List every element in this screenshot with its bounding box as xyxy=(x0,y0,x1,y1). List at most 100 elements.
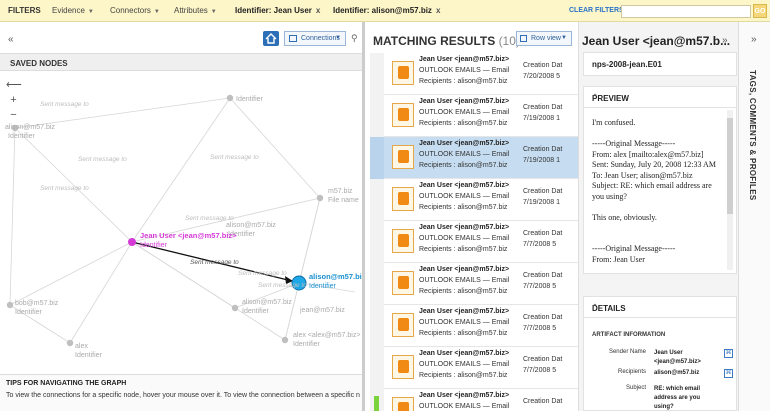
search-input[interactable] xyxy=(621,5,751,18)
row-date: 7/20/2008 5 xyxy=(523,73,560,80)
outlook-icon xyxy=(392,187,414,211)
outlook-icon xyxy=(392,229,414,253)
scrollbar-thumb[interactable] xyxy=(727,118,733,214)
chevron-down-icon: ▼ xyxy=(87,9,94,15)
row-strip xyxy=(370,95,384,137)
node-graph[interactable]: Identifier alison@m57.biz Identifier m57… xyxy=(0,72,362,375)
tips-title: TIPS FOR NAVIGATING THE GRAPH xyxy=(6,380,127,387)
back-arrow-icon[interactable]: ⟵ xyxy=(6,78,22,93)
node-label: Identifier xyxy=(236,96,264,103)
outlook-icon xyxy=(392,355,414,379)
attributes-menu[interactable]: Attributes ▼ xyxy=(174,6,217,15)
go-button[interactable]: GO xyxy=(753,4,767,18)
row-from: Jean User <jean@m57.biz> xyxy=(419,224,510,231)
result-row[interactable]: Jean User <jean@m57.biz> OUTLOOK EMAILS —… xyxy=(370,179,578,221)
panel-splitter[interactable] xyxy=(362,22,365,411)
row-date: 7/19/2008 1 xyxy=(523,115,560,122)
row-recipients: Recipients : alison@m57.biz xyxy=(419,204,508,211)
expand-icon[interactable]: » xyxy=(751,34,757,45)
result-row[interactable]: Jean User <jean@m57.biz> OUTLOOK EMAILS —… xyxy=(370,263,578,305)
filter-chip-label: Identifier: alison@m57.biz xyxy=(333,6,432,15)
result-row[interactable]: Jean User <jean@m57.biz> OUTLOOK EMAILS —… xyxy=(370,53,578,95)
result-row[interactable]: Jean User <jean@m57.biz> OUTLOOK EMAILS —… xyxy=(370,221,578,263)
row-type: OUTLOOK EMAILS — Email xyxy=(419,319,510,326)
collapse-panel-icon[interactable]: « xyxy=(8,34,14,45)
primary-node[interactable] xyxy=(128,238,136,246)
filter-bar: FILTERS Evidence ▼ Connectors ▼ Attributes… xyxy=(0,0,770,22)
outlook-icon xyxy=(392,397,414,411)
field-value: RE: which email address are you using? xyxy=(654,386,701,410)
preview-header[interactable]: PREVIEW ⌃ xyxy=(583,86,737,108)
node-sublabel: Identifier xyxy=(15,309,43,316)
connections-icon xyxy=(289,35,297,42)
clear-filters-link[interactable]: CLEAR FILTERS xyxy=(569,7,624,14)
connectors-menu[interactable]: Connectors ▼ xyxy=(110,6,160,15)
details-body: ARTIFACT INFORMATION Sender Name Jean Use… xyxy=(583,318,737,411)
outlook-icon xyxy=(392,103,414,127)
graph-node[interactable] xyxy=(231,304,239,312)
results-title: MATCHING RESULTS xyxy=(373,34,496,48)
graph-node[interactable] xyxy=(6,301,14,309)
row-recipients: Recipients : alison@m57.biz xyxy=(419,120,508,127)
field-key: Subject xyxy=(625,385,646,391)
result-row[interactable]: Jean User <jean@m57.biz> OUTLOOK EMAILS —… xyxy=(370,305,578,347)
row-strip xyxy=(370,221,384,263)
result-row-selected[interactable]: Jean User <jean@m57.biz> OUTLOOK EMAILS —… xyxy=(370,137,578,179)
network-link-icon[interactable]: ⌘ xyxy=(724,369,733,378)
row-recipients: Recipients : alison@m57.biz xyxy=(419,162,508,169)
row-strip xyxy=(370,347,384,389)
row-type: OUTLOOK EMAILS — Email xyxy=(419,67,510,74)
row-from: Jean User <jean@m57.biz> xyxy=(419,140,510,147)
graph-node[interactable] xyxy=(281,336,289,344)
zoom-in-button[interactable]: + xyxy=(6,93,21,108)
row-from: Jean User <jean@m57.biz> xyxy=(419,392,510,399)
filter-chip-alison[interactable]: Identifier: alison@m57.biz x xyxy=(333,6,440,15)
preview-scrollbar[interactable] xyxy=(727,110,733,270)
outlook-icon-mark xyxy=(398,402,409,411)
node-sublabel: Identifier xyxy=(242,308,270,315)
close-icon[interactable]: x xyxy=(436,6,440,15)
outlook-icon-mark xyxy=(398,276,409,289)
details-header[interactable]: DETAILS ⌃ xyxy=(583,296,737,318)
row-recipients: Recipients : alison@m57.biz xyxy=(419,246,508,253)
field-key: Sender Name xyxy=(608,349,646,355)
results-header: MATCHING RESULTS (10) xyxy=(373,34,520,48)
tags-comments-profiles-tab[interactable]: » TAGS, COMMENTS & PROFILES xyxy=(738,22,770,411)
node-label: alex <alex@m57.biz> xyxy=(293,332,360,339)
zoom-out-button[interactable]: − xyxy=(6,108,21,123)
graph-node[interactable] xyxy=(66,339,74,347)
network-link-icon[interactable]: ⌘ xyxy=(724,349,733,358)
graph-node[interactable] xyxy=(316,194,324,202)
graph-node[interactable] xyxy=(226,94,234,102)
chevron-up-icon: ⌃ xyxy=(592,304,598,311)
chevron-up-icon: ⌃ xyxy=(592,94,598,101)
chevron-down-icon: ▼ xyxy=(561,35,567,41)
row-date-label: Creation Dat xyxy=(523,104,563,111)
row-view-dropdown[interactable]: Row view ▼ xyxy=(516,31,572,46)
row-date: 7/7/2008 5 xyxy=(523,367,557,374)
field-key: Recipients xyxy=(617,369,646,375)
result-row[interactable]: Jean User <jean@m57.biz> OUTLOOK EMAILS —… xyxy=(370,347,578,389)
outlook-icon-mark xyxy=(398,108,409,121)
row-from: Jean User <jean@m57.biz> xyxy=(419,308,510,315)
row-type: OUTLOOK EMAILS — Email xyxy=(419,403,510,410)
home-button[interactable] xyxy=(263,31,279,46)
results-list: Jean User <jean@m57.biz> OUTLOOK EMAILS —… xyxy=(370,53,578,411)
connections-dropdown[interactable]: Connections ▼ xyxy=(284,31,346,46)
filter-chip-jean[interactable]: Identifier: Jean User x xyxy=(235,6,320,15)
edge-label: Sent message to xyxy=(185,215,234,222)
close-icon[interactable]: x xyxy=(316,6,320,15)
row-strip xyxy=(370,137,384,179)
evidence-menu[interactable]: Evidence ▼ xyxy=(52,6,94,15)
attributes-menu-label: Attributes xyxy=(174,6,208,15)
row-strip xyxy=(370,53,384,95)
collapse-detail-icon[interactable]: » xyxy=(722,35,728,46)
artifact-id-box: nps-2008-jean.E01 xyxy=(583,52,737,76)
row-date-label: Creation Dat xyxy=(523,62,563,69)
result-row[interactable]: Jean User <jean@m57.biz> OUTLOOK EMAILS —… xyxy=(370,389,578,411)
pin-icon[interactable]: ⚲ xyxy=(351,33,358,44)
outlook-icon-mark xyxy=(398,66,409,79)
node-sublabel: File name xyxy=(328,197,359,204)
row-recipients: Recipients : alison@m57.biz xyxy=(419,330,508,337)
result-row[interactable]: Jean User <jean@m57.biz> OUTLOOK EMAILS —… xyxy=(370,95,578,137)
